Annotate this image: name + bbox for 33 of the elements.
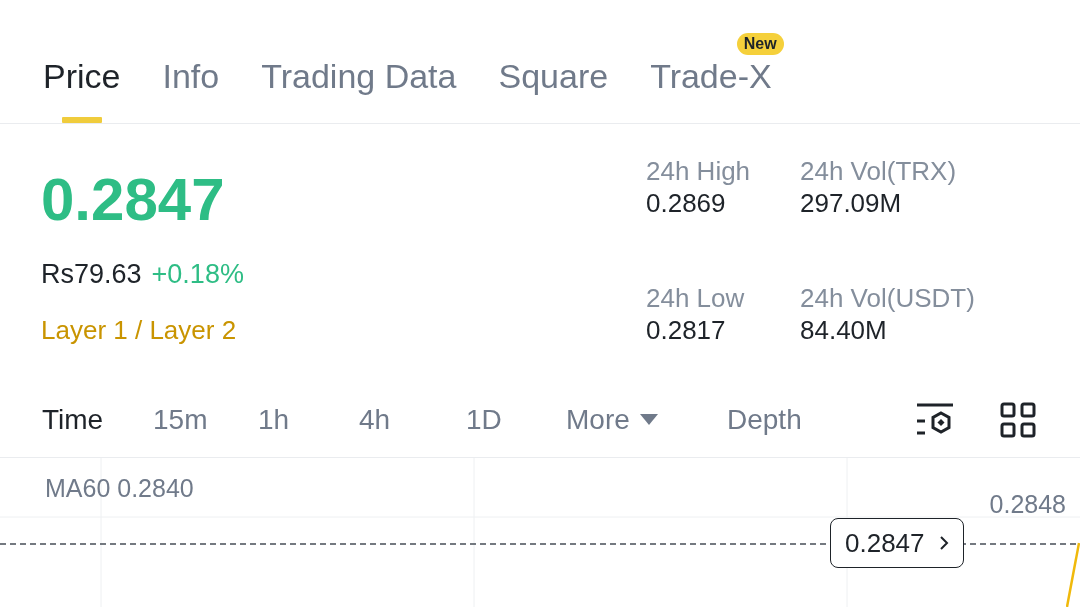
- category-link[interactable]: Layer 1 / Layer 2: [41, 310, 244, 350]
- indicator-settings-icon[interactable]: [916, 401, 954, 438]
- tab[interactable]: Info: [162, 59, 220, 123]
- more-dropdown[interactable]: More: [566, 398, 658, 441]
- tab[interactable]: Square: [498, 59, 609, 123]
- tab[interactable]: Price: [43, 59, 121, 123]
- interval-tab[interactable]: 15m: [153, 398, 208, 441]
- interval-tab[interactable]: 1h: [258, 398, 290, 441]
- tab[interactable]: Trading Data: [261, 59, 457, 123]
- interval-tab[interactable]: 4h: [359, 398, 391, 441]
- stat-label: 24h High: [646, 156, 752, 188]
- axis-label: 0.2848: [989, 489, 1066, 520]
- stat-label: 24h Vol(TRX): [800, 156, 958, 188]
- chevron-icon: [938, 535, 949, 551]
- caret-icon: [639, 414, 658, 425]
- ma-label: MA60 0.2840: [45, 473, 194, 504]
- stat-value: 84.40M: [800, 314, 888, 348]
- last-price-tag[interactable]: 0.2847: [830, 518, 964, 568]
- interval-tab[interactable]: 1D: [466, 398, 502, 441]
- tab[interactable]: Trade-X: [650, 59, 772, 123]
- stat-value: 0.2817: [646, 314, 727, 348]
- last-price: 0.2847: [41, 170, 226, 230]
- price-line: [1066, 541, 1080, 607]
- price-change: +0.18%: [151, 258, 244, 291]
- stat-value: 297.09M: [800, 187, 903, 221]
- fiat-price: Rs79.63: [41, 258, 142, 291]
- new-badge: New: [736, 33, 784, 55]
- grid-icon[interactable]: [1000, 401, 1036, 438]
- interval-tab[interactable]: Time: [42, 398, 104, 441]
- stat-value: 0.2869: [646, 187, 727, 221]
- stat-label: 24h Vol(USDT): [800, 283, 976, 315]
- interval-tab[interactable]: Depth: [727, 398, 802, 441]
- stat-label: 24h Low: [646, 283, 746, 315]
